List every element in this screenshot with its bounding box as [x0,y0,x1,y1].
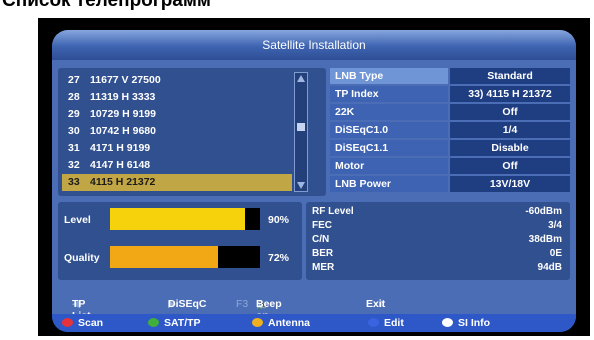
setting-value[interactable]: 13V/18V [450,176,570,192]
setting-label: DiSEqC1.1 [330,140,448,156]
level-label: Level [64,214,91,226]
channel-label: 4115 H 21372 [90,176,156,188]
channel-scrollbar[interactable] [294,72,308,192]
quality-label: Quality [64,252,100,264]
channel-number: 28 [68,91,80,103]
channel-label: 4171 H 9199 [90,142,151,154]
stat-rf-level: RF Level -60dBm [312,206,562,218]
stat-label: MER [312,262,335,273]
stat-label: FEC [312,220,332,231]
setting-motor[interactable]: Motor Off [330,158,570,174]
setting-tp-index[interactable]: TP Index 33) 4115 H 21372 [330,86,570,102]
red-dot-icon [62,318,73,327]
channel-number: 27 [68,74,80,86]
setting-value[interactable]: 1/4 [450,122,570,138]
scroll-thumb[interactable] [297,123,305,131]
channel-row[interactable]: 29 10729 H 9199 [62,106,292,123]
channel-number: 29 [68,108,80,120]
setting-value[interactable]: Standard [450,68,570,84]
signal-panel: Level 90% Quality 72% [58,202,302,280]
setting-diseqc11[interactable]: DiSEqC1.1 Disable [330,140,570,156]
level-bar-fill [110,208,245,230]
quality-percent: 72% [268,252,290,264]
stat-ber: BER 0E [312,248,562,260]
button-label: Antenna [268,317,310,329]
setting-label: 22K [330,104,448,120]
button-label: Edit [384,317,404,329]
channel-label: 4147 H 6148 [90,159,151,171]
page-caption: Список телепрограмм [2,0,211,11]
stat-value: 94dB [537,262,562,273]
setting-label: LNB Type [330,68,448,84]
channel-number: 31 [68,142,80,154]
setting-label: LNB Power [330,176,448,192]
green-dot-icon [148,318,159,327]
setting-value[interactable]: Off [450,104,570,120]
stat-label: C/N [312,234,330,245]
level-bar [110,208,260,230]
antenna-button[interactable]: Antenna [252,316,310,330]
f3-key: F3 [236,298,249,310]
tv-screen: Satellite Installation 27 11677 V 27500 2… [38,18,590,336]
stat-value: -60dBm [525,206,562,217]
stat-value: 38dBm [528,234,562,245]
signal-stats: RF Level -60dBm FEC 3/4 C/N 38dBm BER 0E MER… [306,202,570,280]
stat-value: 0E [549,248,562,259]
channel-label: 11677 V 27500 [90,74,161,86]
navigation-hints: ◀TP List ▶ DiSEqC F3 🔈 Beep on Exit Exit [72,298,572,322]
si-info-button[interactable]: SI Info [442,316,490,330]
button-label: SAT/TP [164,317,201,329]
blue-dot-icon [368,318,379,327]
scan-button[interactable]: Scan [62,316,103,330]
channel-label: 10729 H 9199 [90,108,156,120]
setting-value[interactable]: Off [450,158,570,174]
setting-value[interactable]: 33) 4115 H 21372 [450,86,570,102]
window-title: Satellite Installation [52,30,576,60]
button-label: Scan [78,317,104,329]
setting-label: DiSEqC1.0 [330,122,448,138]
channel-row-selected[interactable]: 33 4115 H 21372 [62,174,292,191]
satellite-installation-window: Satellite Installation 27 11677 V 27500 2… [52,30,576,332]
setting-lnb-power[interactable]: LNB Power 13V/18V [330,176,570,192]
yellow-dot-icon [252,318,263,327]
channel-number: 33 [68,176,80,188]
setting-label: TP Index [330,86,448,102]
diseqc-label: DiSEqC [168,298,207,310]
setting-22k[interactable]: 22K Off [330,104,570,120]
level-percent: 90% [268,214,290,226]
scroll-down-arrow-icon[interactable] [297,182,305,189]
channel-list: 27 11677 V 27500 28 11319 H 3333 29 10729 H… [58,68,326,196]
channel-row[interactable]: 30 10742 H 9680 [62,123,292,140]
channel-row[interactable]: 28 11319 H 3333 [62,89,292,106]
stat-label: RF Level [312,206,354,217]
scroll-up-arrow-icon[interactable] [297,75,305,82]
channel-label: 10742 H 9680 [90,125,156,137]
lnb-settings: LNB Type Standard TP Index 33) 4115 H 2137… [330,68,570,196]
channel-row[interactable]: 27 11677 V 27500 [62,72,292,89]
stat-fec: FEC 3/4 [312,220,562,232]
sat-tp-button[interactable]: SAT/TP [148,316,201,330]
quality-bar [110,246,260,268]
channel-row[interactable]: 32 4147 H 6148 [62,157,292,174]
white-dot-icon [442,318,453,327]
stat-mer: MER 94dB [312,262,562,274]
channel-number: 30 [68,125,80,137]
setting-diseqc10[interactable]: DiSEqC1.0 1/4 [330,122,570,138]
exit-label: Exit [366,298,386,310]
setting-lnb-type[interactable]: LNB Type Standard [330,68,570,84]
button-label: SI Info [458,317,491,329]
channel-number: 32 [68,159,80,171]
stat-label: BER [312,248,334,259]
setting-value[interactable]: Disable [450,140,570,156]
channel-row[interactable]: 31 4171 H 9199 [62,140,292,157]
color-button-bar: Scan SAT/TP Antenna Edit SI Info [52,314,576,332]
quality-bar-fill [110,246,218,268]
stat-value: 3/4 [548,220,562,231]
edit-button[interactable]: Edit [368,316,404,330]
stat-cn: C/N 38dBm [312,234,562,246]
setting-label: Motor [330,158,448,174]
channel-label: 11319 H 3333 [90,91,156,103]
